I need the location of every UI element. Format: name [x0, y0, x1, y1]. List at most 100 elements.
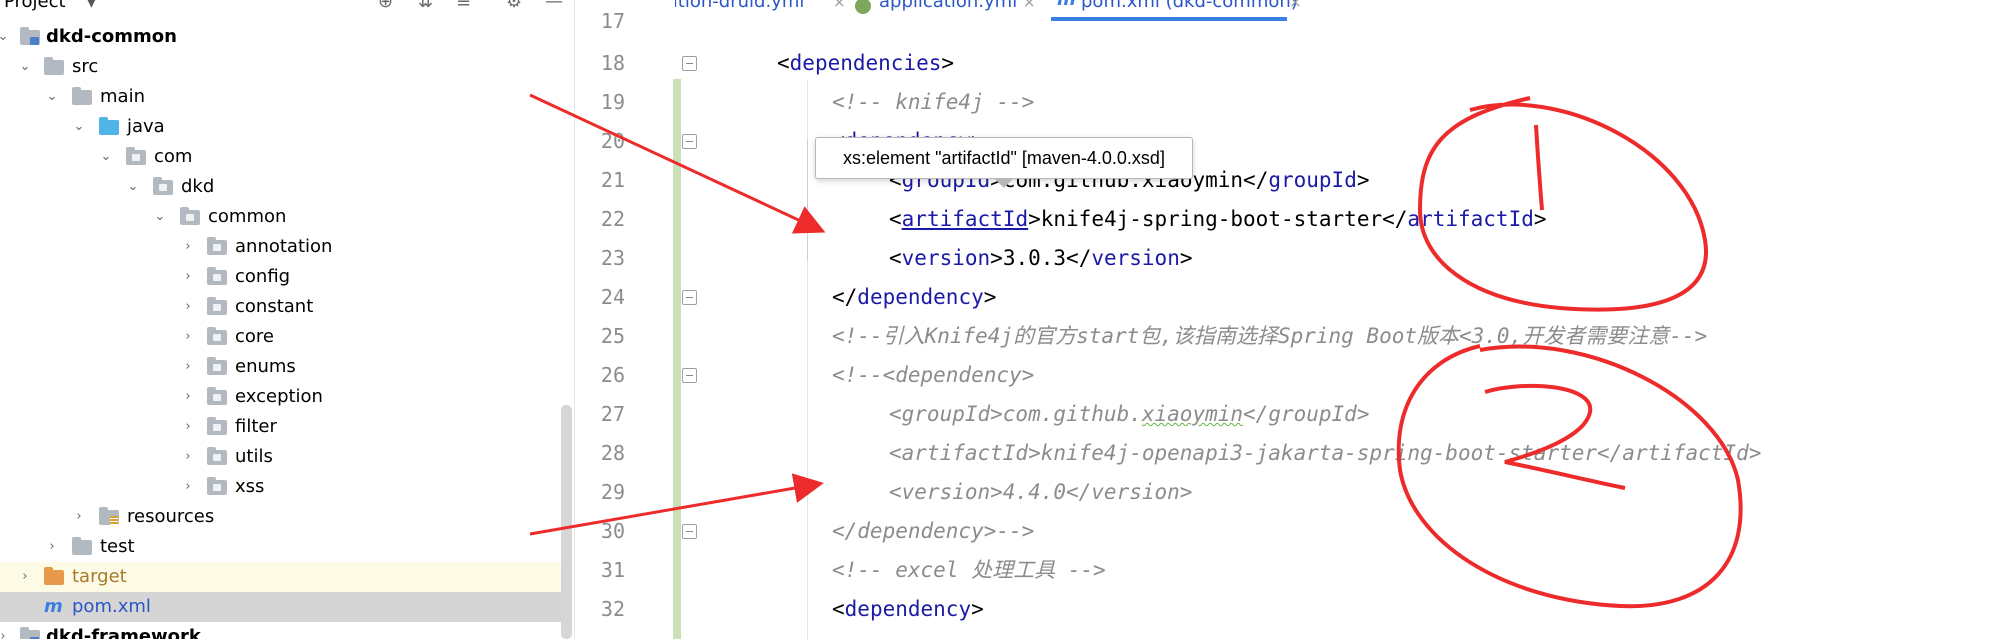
chevron-right-icon[interactable]: ›	[181, 262, 195, 292]
project-panel: Project ▼ ⊕ ⇊ ≡ ⚙ — ⌄ dkd-common ⌄ src ⌄…	[0, 0, 575, 639]
tree-item-pom-xml[interactable]: m pom.xml	[0, 592, 572, 622]
tree-item-target[interactable]: › target	[0, 562, 572, 592]
chevron-down-icon[interactable]: ⌄	[18, 52, 32, 82]
chevron-right-icon[interactable]: ›	[181, 322, 195, 352]
line-number: 22	[600, 207, 625, 231]
tree-item-resources[interactable]: › resources	[0, 502, 572, 532]
tree-item-core[interactable]: › core	[0, 322, 572, 352]
chevron-right-icon[interactable]: ›	[72, 502, 86, 532]
locate-target-icon[interactable]: ⊕	[378, 0, 393, 14]
line-number: 23	[600, 246, 625, 270]
code-line: <!--<dependency>	[832, 363, 1035, 387]
tree-item-com[interactable]: ⌄ com	[0, 142, 572, 172]
tree-item-label: enums	[235, 356, 296, 377]
package-icon	[180, 207, 200, 225]
tree-item-xss[interactable]: › xss	[0, 472, 572, 502]
resources-folder-icon	[99, 507, 119, 525]
maven-file-icon: m	[44, 596, 63, 617]
line-number: 21	[600, 168, 625, 192]
line-number: 31	[600, 558, 625, 582]
expand-all-icon[interactable]: ⇊	[418, 0, 433, 14]
tree-item-test[interactable]: › test	[0, 532, 572, 562]
line-number: 27	[600, 402, 625, 426]
line-number: 24	[600, 285, 625, 309]
tree-item-utils[interactable]: › utils	[0, 442, 572, 472]
tree-item-label: com	[154, 146, 193, 167]
chevron-down-icon[interactable]: ⌄	[153, 202, 167, 232]
chevron-right-icon[interactable]: ›	[181, 232, 195, 262]
tree-item-config[interactable]: › config	[0, 262, 572, 292]
tree-item-annotation[interactable]: › annotation	[0, 232, 572, 262]
code-line: <artifactId>knife4j-openapi3-jakarta-spr…	[889, 441, 1762, 465]
folder-icon	[72, 87, 92, 105]
tree-item-filter[interactable]: › filter	[0, 412, 572, 442]
chevron-right-icon[interactable]: ›	[181, 352, 195, 382]
chevron-right-icon[interactable]: ›	[181, 292, 195, 322]
line-number: 19	[600, 90, 625, 114]
chevron-down-icon[interactable]: ⌄	[45, 82, 59, 112]
package-icon	[207, 297, 227, 315]
tree-item-java[interactable]: ⌄ java	[0, 112, 572, 142]
chevron-right-icon[interactable]: ›	[181, 472, 195, 502]
fold-icon[interactable]	[682, 134, 697, 149]
chevron-right-icon[interactable]: ›	[181, 442, 195, 472]
collapse-all-icon[interactable]: ≡	[456, 0, 471, 14]
chevron-down-icon[interactable]: ⌄	[0, 22, 10, 52]
code-area[interactable]: <dependencies> <!-- knife4j --> <depende…	[755, 0, 1985, 639]
line-number: 32	[600, 597, 625, 621]
tree-item-label: utils	[235, 446, 273, 467]
tree-item-dkd[interactable]: ⌄ dkd	[0, 172, 572, 202]
tree-item-label: pom.xml	[72, 596, 151, 617]
source-folder-icon	[99, 117, 119, 135]
code-line: <artifactId>knife4j-spring-boot-starter<…	[889, 207, 1547, 231]
fold-icon[interactable]	[682, 524, 697, 539]
tree-item-dkd-common[interactable]: ⌄ dkd-common	[0, 22, 572, 52]
tree-item-label: filter	[235, 416, 277, 437]
package-icon	[207, 417, 227, 435]
tree-item-enums[interactable]: › enums	[0, 352, 572, 382]
chevron-down-icon[interactable]: ⌄	[99, 142, 113, 172]
chevron-down-icon[interactable]: ⌄	[126, 172, 140, 202]
code-line: <dependencies>	[777, 51, 955, 75]
tree-item-label: main	[100, 86, 145, 107]
code-line: <version>4.4.0</version>	[889, 480, 1193, 504]
tree-item-label: src	[72, 56, 99, 77]
editor-gutter: 17 18 19 20 21 22 23 24 25 26 27 28 29 3…	[575, 0, 697, 639]
fold-icon[interactable]	[682, 368, 697, 383]
chevron-right-icon[interactable]: ›	[181, 382, 195, 412]
folder-icon	[72, 537, 92, 555]
tree-item-label: constant	[235, 296, 314, 317]
fold-icon[interactable]	[682, 290, 697, 305]
tree-item-src[interactable]: ⌄ src	[0, 52, 572, 82]
code-line: <!-- excel 处理工具 -->	[832, 558, 1106, 582]
project-view-dropdown-icon[interactable]: ▼	[86, 0, 97, 14]
folder-icon	[44, 57, 64, 75]
project-title[interactable]: Project	[4, 0, 66, 14]
tree-item-label: dkd-common	[46, 26, 177, 47]
package-icon	[207, 327, 227, 345]
package-icon	[126, 147, 146, 165]
chevron-right-icon[interactable]: ›	[181, 412, 195, 442]
fold-icon[interactable]	[682, 56, 697, 71]
hide-panel-icon[interactable]: —	[545, 0, 563, 14]
vcs-change-marker[interactable]	[673, 79, 681, 639]
package-icon	[153, 177, 173, 195]
settings-gear-icon[interactable]: ⚙	[506, 0, 522, 14]
chevron-down-icon[interactable]: ⌄	[72, 112, 86, 142]
chevron-right-icon[interactable]: ›	[0, 622, 10, 639]
tree-item-constant[interactable]: › constant	[0, 292, 572, 322]
tree-item-dkd-framework[interactable]: › dkd-framework	[0, 622, 572, 639]
package-icon	[207, 447, 227, 465]
tree-item-main[interactable]: ⌄ main	[0, 82, 572, 112]
chevron-right-icon[interactable]: ›	[18, 562, 32, 592]
code-line: <groupId>com.github.xiaoymin</groupId>	[889, 402, 1370, 426]
tree-item-label: dkd-framework	[46, 626, 201, 639]
line-number: 20	[600, 129, 625, 153]
tree-item-label: test	[100, 536, 135, 557]
tree-scrollbar[interactable]	[561, 405, 572, 639]
tree-item-common[interactable]: ⌄ common	[0, 202, 572, 232]
chevron-right-icon[interactable]: ›	[45, 532, 59, 562]
tree-item-label: java	[127, 116, 165, 137]
package-icon	[207, 237, 227, 255]
tree-item-exception[interactable]: › exception	[0, 382, 572, 412]
